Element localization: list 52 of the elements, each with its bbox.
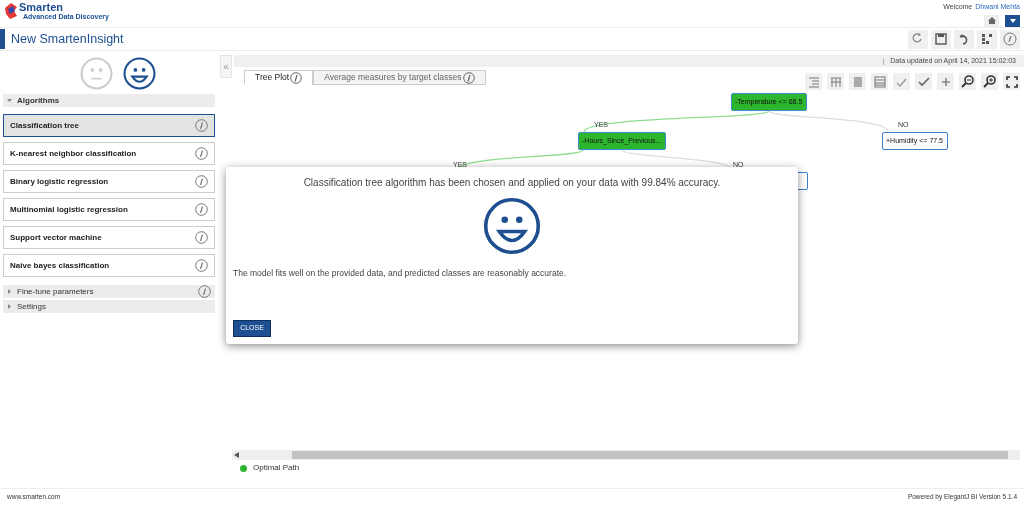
title-accent-bar <box>0 29 5 49</box>
caret-right-icon <box>7 304 12 309</box>
zoom-out-icon <box>959 73 976 90</box>
tab[interactable]: Tree Plot <box>244 70 314 85</box>
save-icon <box>933 31 949 47</box>
table-button[interactable] <box>827 73 844 90</box>
result-message: Classification tree algorithm has been chosen and applied on your data with 99.84% accuracy. <box>302 176 722 190</box>
tab[interactable]: Average measures by target classes <box>313 70 486 85</box>
info-icon <box>195 119 208 132</box>
history-button[interactable] <box>954 29 974 49</box>
zoom-out-button[interactable] <box>959 73 976 90</box>
algorithm-item[interactable]: Naive bayes classification <box>3 254 215 277</box>
section-header[interactable]: Settings <box>3 300 215 313</box>
algorithm-item[interactable]: Support vector machine <box>3 226 215 249</box>
save-button[interactable] <box>931 29 951 49</box>
scroll-left-icon[interactable] <box>234 452 239 458</box>
algorithm-item[interactable]: Binary logistic regression <box>3 170 215 193</box>
caret-down-icon <box>7 98 12 103</box>
caret-icon <box>1009 18 1016 23</box>
info-icon <box>462 71 475 84</box>
info-icon <box>195 175 208 188</box>
caret-right-icon <box>7 289 12 294</box>
refresh-button[interactable] <box>908 29 928 49</box>
logo-icon <box>4 2 18 20</box>
result-detail: The model fits well on the provided data, and predicted classes are reasonably accurate. <box>233 267 568 280</box>
horizontal-scrollbar[interactable] <box>232 450 1020 460</box>
smiling-face-icon <box>483 197 541 255</box>
algorithm-item[interactable]: K-nearest neighbor classification <box>3 142 215 165</box>
info-icon <box>195 203 208 216</box>
zoom-in-button[interactable] <box>981 73 998 90</box>
algorithm-item[interactable]: Classification tree <box>3 114 215 137</box>
zoom-in-icon <box>981 73 998 90</box>
section-header[interactable]: Fine-tune parameters <box>3 285 215 298</box>
info-icon <box>195 231 208 244</box>
home-icon <box>987 17 996 24</box>
algorithm-item[interactable]: Multinomial logistic regression <box>3 198 215 221</box>
user-menu-button[interactable] <box>1005 14 1020 27</box>
home-button[interactable] <box>984 14 999 27</box>
fullscreen-button[interactable] <box>1003 73 1020 90</box>
fullscreen-icon <box>1003 73 1020 90</box>
logo-title: Smarten <box>19 2 65 13</box>
info-icon <box>290 71 303 84</box>
check-button[interactable] <box>915 73 932 90</box>
info-icon <box>195 259 208 272</box>
info-icon[interactable] <box>198 285 211 298</box>
info-icon <box>1002 31 1018 47</box>
table-icon <box>871 73 888 90</box>
info-icon <box>195 147 208 160</box>
page-title: New SmartenInsight <box>11 30 124 48</box>
legend-label: Optimal Path <box>253 462 300 474</box>
table-button[interactable] <box>871 73 888 90</box>
section-header[interactable]: Algorithms <box>3 94 215 107</box>
